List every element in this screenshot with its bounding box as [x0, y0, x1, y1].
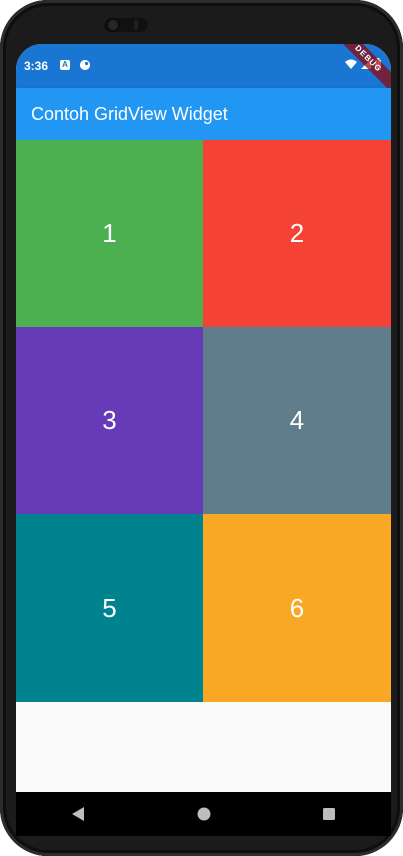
status-bar: 3:36 A DEBUG — [16, 44, 391, 96]
back-icon — [71, 807, 84, 821]
grid-tile-6[interactable]: 6 — [203, 514, 391, 702]
recents-icon — [322, 808, 335, 820]
front-camera-icon — [108, 20, 118, 30]
grid-tile-3[interactable]: 3 — [16, 327, 203, 514]
grid-view: 1 2 3 4 5 6 — [16, 140, 391, 702]
notification-a-icon: A — [60, 60, 70, 70]
navigation-bar — [16, 792, 391, 836]
app-screen: 3:36 A DEBUG Contoh GridView Widget 1 2 — [16, 44, 391, 792]
grid-tile-4[interactable]: 4 — [203, 327, 391, 514]
grid-tile-label: 5 — [102, 592, 117, 623]
grid-tile-2[interactable]: 2 — [203, 140, 391, 327]
grid-tile-label: 3 — [102, 405, 117, 435]
status-time: 3:36 — [24, 59, 49, 73]
back-button[interactable] — [59, 794, 99, 834]
grid-tile-5[interactable]: 5 — [16, 514, 203, 702]
proximity-sensor — [134, 20, 138, 30]
wifi-icon — [345, 59, 357, 69]
grid-tile-label: 4 — [289, 405, 305, 435]
phone-frame: 3:36 A DEBUG Contoh GridView Widget 1 2 — [0, 0, 403, 856]
grid-tile-label: 6 — [289, 592, 305, 623]
app-bar: Contoh GridView Widget — [16, 88, 391, 140]
notification-palette-icon — [80, 60, 90, 70]
home-button[interactable] — [184, 794, 224, 834]
grid-tile-label: 1 — [102, 218, 117, 248]
home-icon — [197, 807, 210, 821]
recents-button[interactable] — [309, 794, 349, 834]
page-title: Contoh GridView Widget — [31, 103, 228, 124]
grid-tile-label: 2 — [289, 218, 305, 248]
grid-tile-1[interactable]: 1 — [16, 140, 203, 327]
